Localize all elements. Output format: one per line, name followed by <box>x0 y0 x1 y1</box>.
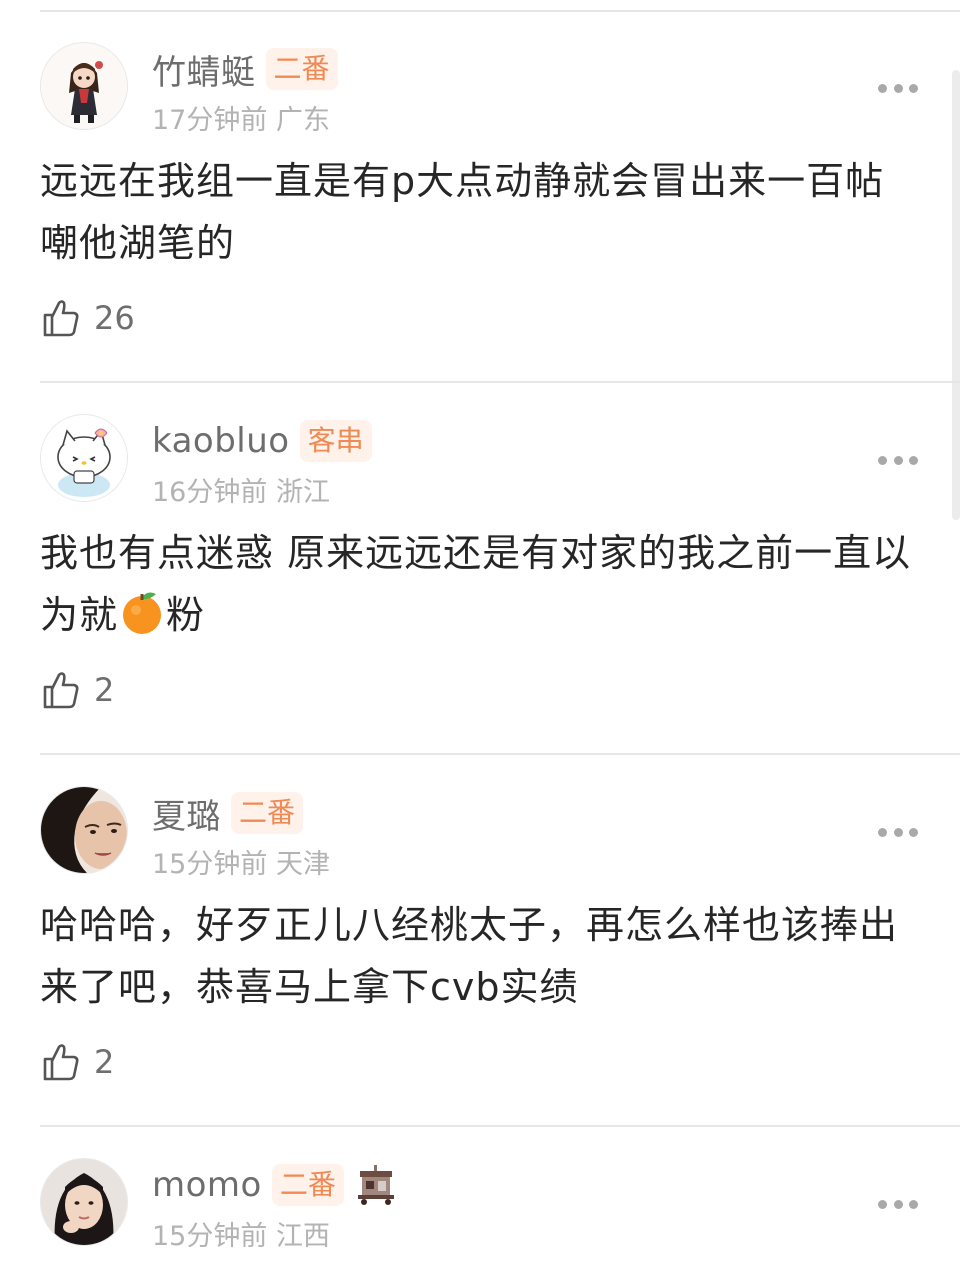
comment-time: 16分钟前 <box>152 477 268 508</box>
comment-meta: 16分钟前 浙江 <box>152 470 330 509</box>
thumbs-up-icon <box>43 300 79 337</box>
like-button[interactable]: 26 <box>42 298 135 338</box>
comment-location: 浙江 <box>275 477 330 508</box>
comment-meta: 17分钟前 广东 <box>152 98 330 137</box>
hello-kitty-avatar-icon <box>41 415 127 501</box>
comment-location: 天津 <box>275 849 330 880</box>
like-button[interactable]: 2 <box>42 1042 114 1082</box>
username[interactable]: momo <box>152 1165 262 1205</box>
user-badge: 二番 <box>271 1164 344 1206</box>
like-count: 2 <box>94 671 115 709</box>
anime-girl-avatar-icon <box>41 43 127 129</box>
comment-time: 15分钟前 <box>152 1221 268 1252</box>
divider <box>40 10 960 12</box>
comment-meta: 15分钟前 江西 <box>152 1214 330 1253</box>
thumbs-up-icon <box>43 1044 79 1081</box>
comment-meta: 15分钟前 天津 <box>152 842 330 881</box>
username[interactable]: 竹蜻蜓 <box>152 45 256 94</box>
user-line: kaobluo 客串 <box>152 418 372 464</box>
avatar[interactable] <box>40 414 128 502</box>
comment-text-part: 粉 <box>166 593 206 637</box>
comment-time: 15分钟前 <box>152 849 268 880</box>
pixel-shop-sticker-icon <box>357 1165 394 1205</box>
divider <box>40 381 960 383</box>
like-button[interactable]: 2 <box>42 670 114 710</box>
divider <box>40 1125 960 1127</box>
user-line: momo 二番 <box>152 1162 398 1208</box>
face-photo-avatar-icon <box>41 787 127 873</box>
more-options-icon[interactable] <box>878 82 918 94</box>
girl-photo-avatar-icon <box>41 1159 127 1245</box>
more-options-icon[interactable] <box>878 454 918 466</box>
thumbs-up-icon <box>43 672 79 709</box>
avatar[interactable] <box>40 1158 128 1246</box>
more-options-icon[interactable] <box>878 826 918 838</box>
comment-text: 我也有点迷惑 原来远远还是有对家的我之前一直以为就粉 <box>40 522 920 646</box>
user-badge: 二番 <box>265 48 338 90</box>
comment-text: 远远在我组一直是有p大点动静就会冒出来一百帖嘲他湖笔的 <box>40 159 885 265</box>
like-count: 2 <box>94 1043 115 1081</box>
comment-text: 哈哈哈，好歹正儿八经桃太子，再怎么样也该捧出来了吧，恭喜马上拿下cvb实绩 <box>40 903 899 1009</box>
avatar[interactable] <box>40 786 128 874</box>
scrollbar[interactable] <box>952 70 960 520</box>
comment-location: 广东 <box>275 105 330 136</box>
more-options-icon[interactable] <box>878 1198 918 1210</box>
user-badge: 客串 <box>299 420 372 462</box>
user-line: 竹蜻蜓 二番 <box>152 45 338 94</box>
orange-emoji-icon <box>123 592 162 634</box>
divider <box>40 753 960 755</box>
username[interactable]: 夏璐 <box>152 789 221 838</box>
user-badge: 二番 <box>231 792 304 834</box>
comment-location: 江西 <box>275 1221 330 1252</box>
comment-time: 17分钟前 <box>152 105 268 136</box>
username[interactable]: kaobluo <box>152 421 290 461</box>
user-line: 夏璐 二番 <box>152 789 304 838</box>
avatar[interactable] <box>40 42 128 130</box>
like-count: 26 <box>94 299 135 337</box>
